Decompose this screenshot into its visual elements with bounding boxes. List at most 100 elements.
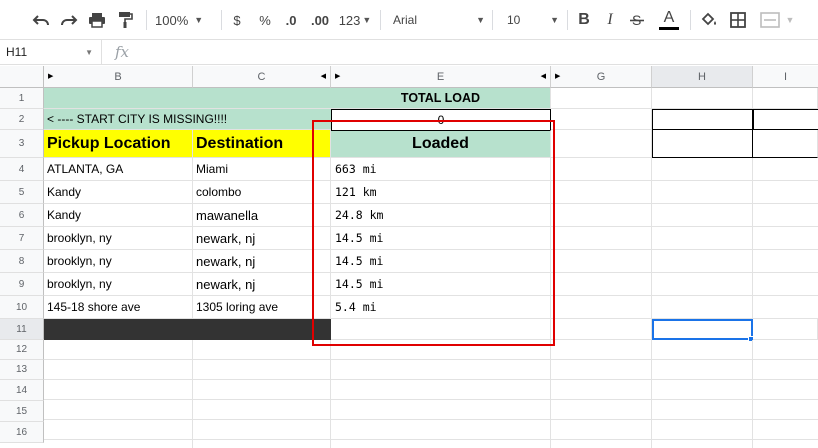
cell-e10[interactable]: 5.4 mi xyxy=(331,296,551,319)
cell-c8[interactable]: newark, nj xyxy=(193,250,331,273)
cell-g3[interactable] xyxy=(551,130,652,158)
pickup-location-header: Pickup Location xyxy=(47,134,171,152)
row-header-12[interactable]: 12 xyxy=(0,340,44,360)
row-label: 13 xyxy=(15,364,28,375)
row-header-14[interactable]: 14 xyxy=(0,380,44,401)
cell-i11[interactable] xyxy=(753,319,818,340)
cell-e11[interactable] xyxy=(331,319,551,340)
column-header-g[interactable]: ▶ G xyxy=(551,66,652,88)
cell-e3[interactable]: Loaded xyxy=(331,130,551,158)
row-header-6[interactable]: 6 xyxy=(0,204,44,227)
cell-e4[interactable]: 663 mi xyxy=(331,158,551,181)
cell-e8[interactable]: 14.5 mi xyxy=(331,250,551,273)
more-formats-button[interactable]: 123 ▼ xyxy=(338,8,372,32)
cell-e2[interactable]: 0 xyxy=(331,109,551,130)
row-header-4[interactable]: 4 xyxy=(0,158,44,181)
font-size-select[interactable]: 10 ▼ xyxy=(507,8,559,32)
cell-i1[interactable] xyxy=(753,88,818,109)
cell-c4[interactable]: Miami xyxy=(193,158,331,181)
name-box[interactable]: H11 ▼ xyxy=(0,40,102,64)
currency-format-button[interactable]: $ xyxy=(228,8,246,32)
undo-icon[interactable] xyxy=(30,8,52,32)
cell-e7[interactable]: 14.5 mi xyxy=(331,227,551,250)
hidden-column-arrow-icon[interactable]: ▶ xyxy=(555,72,560,80)
empty-cells-ghi-rows-4-10[interactable] xyxy=(551,158,818,319)
column-header-h[interactable]: H xyxy=(652,66,753,88)
cell-e6[interactable]: 24.8 km xyxy=(331,204,551,227)
cell-b8[interactable]: brooklyn, ny xyxy=(44,250,193,273)
cell-g1[interactable] xyxy=(551,88,652,109)
percent-format-button[interactable]: % xyxy=(256,8,274,32)
column-header-c[interactable]: C ◀ xyxy=(193,66,331,88)
empty-cells-rows-12-16[interactable] xyxy=(44,340,818,448)
increase-decimal-button[interactable]: .00 xyxy=(308,8,332,32)
fx-icon: fx xyxy=(115,43,130,61)
row-header-2[interactable]: 2 xyxy=(0,109,44,130)
row-header-5[interactable]: 5 xyxy=(0,181,44,204)
row-header-15[interactable]: 15 xyxy=(0,401,44,422)
row-header-3[interactable]: 3 xyxy=(0,130,44,158)
cell-c3[interactable]: Destination xyxy=(193,130,331,158)
bold-button[interactable]: B xyxy=(575,8,593,32)
font-select[interactable]: Arial ▼ xyxy=(393,8,485,32)
cell-h2[interactable] xyxy=(652,109,753,130)
hidden-column-arrow-icon[interactable]: ◀ xyxy=(321,72,326,80)
cell-h11-selected[interactable] xyxy=(652,319,753,340)
row-header-10[interactable]: 10 xyxy=(0,296,44,319)
row-header-9[interactable]: 9 xyxy=(0,273,44,296)
cell-b10[interactable]: 145-18 shore ave xyxy=(44,296,193,319)
total-load-label: TOTAL LOAD xyxy=(400,91,481,105)
cell-h3[interactable] xyxy=(652,130,753,158)
cell-h1[interactable] xyxy=(652,88,753,109)
row-header-16[interactable]: 16 xyxy=(0,422,44,443)
cell-b11[interactable] xyxy=(44,319,331,340)
row-header-7[interactable]: 7 xyxy=(0,227,44,250)
cell-c6[interactable]: mawanella xyxy=(193,204,331,227)
cell-c5[interactable]: colombo xyxy=(193,181,331,204)
select-all-corner[interactable] xyxy=(0,66,44,88)
cell-b4[interactable]: ATLANTA, GA xyxy=(44,158,193,181)
cell-i3[interactable] xyxy=(753,130,818,158)
chevron-down-icon: ▼ xyxy=(362,15,372,25)
fill-color-icon[interactable] xyxy=(698,8,720,32)
cell-b2[interactable]: < ---- START CITY IS MISSING!!!! xyxy=(44,109,331,130)
italic-button[interactable]: I xyxy=(601,8,619,32)
text-color-button[interactable]: A xyxy=(656,8,682,32)
cell-b6[interactable]: Kandy xyxy=(44,204,193,227)
percent-label: % xyxy=(259,12,271,28)
cell-e5[interactable]: 121 km xyxy=(331,181,551,204)
cell-c10[interactable]: 1305 loring ave xyxy=(193,296,331,319)
merge-cells-icon[interactable]: ▼ xyxy=(757,8,797,32)
strikethrough-icon[interactable]: S xyxy=(627,8,647,32)
cell-b9[interactable]: brooklyn, ny xyxy=(44,273,193,296)
cell-g11[interactable] xyxy=(551,319,652,340)
cell-i2[interactable] xyxy=(753,109,818,130)
cell-b5[interactable]: Kandy xyxy=(44,181,193,204)
cell-e1[interactable]: TOTAL LOAD xyxy=(331,88,551,109)
zoom-select[interactable]: 100% ▼ xyxy=(155,8,213,32)
column-header-e[interactable]: ▶ E ◀ xyxy=(331,66,551,88)
column-header-b[interactable]: ▶ B xyxy=(44,66,193,88)
borders-icon[interactable] xyxy=(727,8,749,32)
paint-format-icon[interactable] xyxy=(114,8,136,32)
print-icon[interactable] xyxy=(86,8,108,32)
cell-b7[interactable]: brooklyn, ny xyxy=(44,227,193,250)
cell-b1[interactable] xyxy=(44,88,331,109)
column-header-i[interactable]: I xyxy=(753,66,818,88)
row-header-13[interactable]: 13 xyxy=(0,360,44,380)
row-header-11[interactable]: 11 xyxy=(0,319,44,340)
hidden-column-arrow-icon[interactable]: ◀ xyxy=(541,72,546,80)
cell-b3[interactable]: Pickup Location xyxy=(44,130,193,158)
cell-e9[interactable]: 14.5 mi xyxy=(331,273,551,296)
cell-g2[interactable] xyxy=(551,109,652,130)
row-header-8[interactable]: 8 xyxy=(0,250,44,273)
redo-icon[interactable] xyxy=(58,8,80,32)
hidden-column-arrow-icon[interactable]: ▶ xyxy=(48,72,53,80)
row-label: 2 xyxy=(18,113,25,125)
column-label: E xyxy=(436,70,445,83)
hidden-column-arrow-icon[interactable]: ▶ xyxy=(335,72,340,80)
decrease-decimal-button[interactable]: .0 xyxy=(280,8,302,32)
cell-c7[interactable]: newark, nj xyxy=(193,227,331,250)
cell-c9[interactable]: newark, nj xyxy=(193,273,331,296)
row-header-1[interactable]: 1 xyxy=(0,88,44,109)
